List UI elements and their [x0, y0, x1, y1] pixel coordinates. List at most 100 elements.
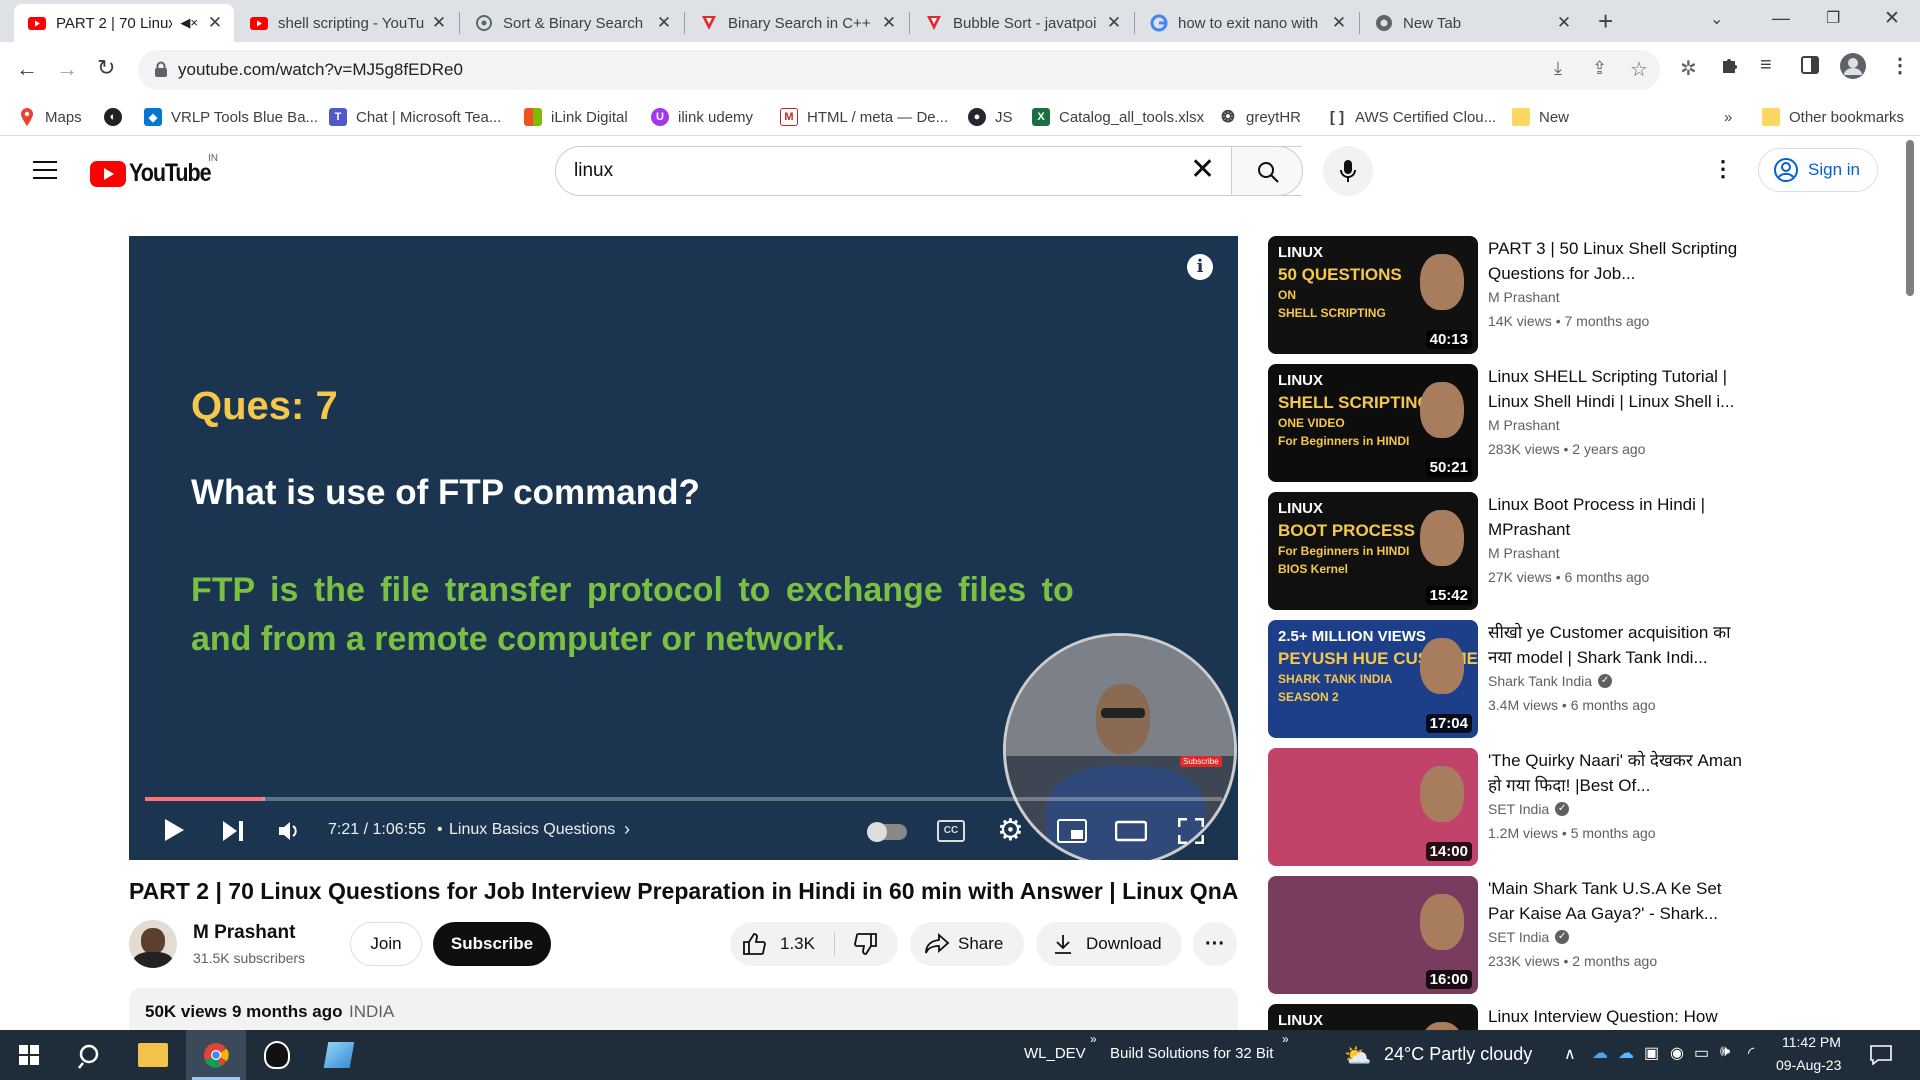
recommended-title[interactable]: Linux Boot Process in Hindi | MPrashant	[1488, 492, 1748, 542]
description-box[interactable]: 50K views 9 months ago INDIA	[129, 988, 1238, 1030]
video-location[interactable]: INDIA	[349, 1002, 394, 1022]
next-video-icon[interactable]	[221, 820, 245, 842]
volume-icon[interactable]	[277, 820, 299, 842]
taskbar-toolbar-build[interactable]: Build Solutions for 32 Bit	[1110, 1045, 1273, 1062]
video-thumbnail[interactable]: LINUX SHELL SCRIPTING IN ONE VIDEO For Begi…	[1268, 364, 1478, 482]
bookmark-teams-chat[interactable]: T Chat | Microsoft Tea...	[329, 107, 501, 127]
recommended-title[interactable]: सीखो ye Customer acquisition का नया mode…	[1488, 620, 1748, 670]
chevron-right-icon[interactable]: »	[1282, 1032, 1289, 1046]
close-tab-icon[interactable]: ✕	[1555, 13, 1573, 33]
tray-app-icon[interactable]: ▣	[1644, 1043, 1659, 1063]
recommended-video[interactable]: LINUX Linux Interview Question: How	[1268, 1004, 1718, 1030]
recommended-title[interactable]: 'The Quirky Naari' को देखकर Aman हो गया …	[1488, 748, 1748, 798]
bookmark-js[interactable]: ● JS	[968, 107, 1013, 127]
bookmarks-overflow-button[interactable]: »	[1724, 107, 1732, 127]
chevron-right-icon[interactable]: ›	[624, 819, 630, 840]
recommended-video[interactable]: 14:00 'The Quirky Naari' को देखकर Aman ह…	[1268, 748, 1742, 866]
browser-tab[interactable]: how to exit nano with ✕	[1136, 4, 1358, 42]
close-tab-icon[interactable]: ✕	[430, 13, 448, 33]
chapter-title[interactable]: Linux Basics Questions	[449, 821, 615, 839]
recommended-video[interactable]: 16:00 'Main Shark Tank U.S.A Ke Set Par …	[1268, 876, 1722, 994]
onedrive-cloud-icon[interactable]: ☁	[1618, 1043, 1634, 1063]
recommended-video[interactable]: LINUX BOOT PROCESS For Beginners in HINDI B…	[1268, 492, 1705, 610]
recommended-video[interactable]: LINUX 50 QUESTIONS ON SHELL SCRIPTING 40:13…	[1268, 236, 1737, 354]
volume-icon[interactable]: 🕪	[1720, 1043, 1730, 1061]
settings-gear-icon[interactable]: ⚙	[997, 813, 1024, 848]
close-tab-icon[interactable]: ✕	[206, 13, 224, 33]
more-actions-button[interactable]: ···	[1193, 922, 1237, 966]
file-explorer-icon[interactable]	[138, 1043, 168, 1067]
settings-menu-icon[interactable]: ⋮	[1712, 156, 1734, 182]
browser-tab-active[interactable]: PART 2 | 70 Linux ◀× ✕	[14, 4, 234, 42]
share-button[interactable]: Share	[910, 922, 1024, 966]
subtitles-icon[interactable]: CC	[937, 820, 965, 842]
bookmark-maps[interactable]: Maps	[18, 107, 82, 127]
side-panel-icon[interactable]	[1800, 55, 1820, 80]
share-page-icon[interactable]: ⇪	[1592, 58, 1607, 79]
bookmark-ilink-digital[interactable]: iLink Digital	[524, 107, 628, 127]
weather-text[interactable]: 24°C Partly cloudy	[1384, 1044, 1532, 1065]
meet-now-icon[interactable]: ◉	[1670, 1043, 1684, 1063]
info-icon[interactable]: i	[1187, 254, 1213, 280]
recommended-channel[interactable]: Shark Tank India ✓	[1488, 673, 1613, 689]
bookmark-aws-certified[interactable]: [ ] AWS Certified Clou...	[1328, 107, 1496, 127]
minimize-icon[interactable]: —	[1772, 8, 1790, 29]
close-tab-icon[interactable]: ✕	[655, 13, 673, 33]
forward-arrow-icon[interactable]: →	[56, 56, 78, 82]
extensions-puzzle-icon[interactable]	[1720, 55, 1740, 80]
close-tab-icon[interactable]: ✕	[1330, 13, 1348, 33]
fullscreen-icon[interactable]	[1178, 818, 1204, 844]
recommended-title[interactable]: 'Main Shark Tank U.S.A Ke Set Par Kaise …	[1488, 876, 1748, 926]
youtube-logo[interactable]: YouTube IN	[90, 153, 224, 188]
battery-icon[interactable]: ▭	[1694, 1043, 1709, 1063]
extension-bug-icon[interactable]: ✲	[1680, 56, 1697, 81]
join-button[interactable]: Join	[350, 922, 422, 966]
bookmark-greythr[interactable]: ❂ greytHR	[1219, 107, 1301, 127]
chevron-right-icon[interactable]: »	[1090, 1032, 1097, 1046]
recommended-channel[interactable]: SET India ✓	[1488, 801, 1570, 817]
video-thumbnail[interactable]: 16:00	[1268, 876, 1478, 994]
search-input[interactable]: linux ✕	[555, 146, 1302, 196]
clock-date[interactable]: 09-Aug-23	[1776, 1057, 1841, 1073]
browser-tab[interactable]: New Tab ✕	[1361, 4, 1583, 42]
new-tab-button[interactable]: +	[1598, 6, 1613, 37]
video-thumbnail[interactable]: LINUX 50 QUESTIONS ON SHELL SCRIPTING 40:13	[1268, 236, 1478, 354]
clock-time[interactable]: 11:42 PM	[1782, 1034, 1841, 1050]
video-thumbnail[interactable]: 2.5+ MILLION VIEWS PEYUSH HUE CUSTOMER AC…	[1268, 620, 1478, 738]
windows-start-icon[interactable]	[19, 1045, 39, 1065]
recommended-video[interactable]: LINUX SHELL SCRIPTING IN ONE VIDEO For Begi…	[1268, 364, 1734, 482]
install-app-icon[interactable]: ⤓	[1554, 58, 1562, 79]
tux-app-icon[interactable]	[264, 1041, 290, 1069]
autoplay-toggle[interactable]	[867, 822, 907, 842]
bookmark-vrlp-tools[interactable]: ◆ VRLP Tools Blue Ba...	[144, 107, 318, 127]
other-bookmarks[interactable]: Other bookmarks	[1762, 107, 1904, 127]
reload-icon[interactable]: ↻	[97, 55, 115, 81]
bookmark-star-icon[interactable]: ☆	[1630, 57, 1648, 82]
chrome-taskbar-button[interactable]	[186, 1030, 246, 1080]
search-icon[interactable]	[78, 1043, 104, 1069]
play-icon[interactable]	[163, 818, 185, 842]
notepad-app-icon[interactable]	[323, 1042, 355, 1068]
progress-bar[interactable]	[145, 797, 1222, 801]
browser-tab[interactable]: Bubble Sort - javatpoi ✕	[911, 4, 1133, 42]
close-tab-icon[interactable]: ✕	[1105, 13, 1123, 33]
taskbar-toolbar-wl-dev[interactable]: WL_DEV	[1024, 1045, 1086, 1062]
page-scrollbar-thumb[interactable]	[1906, 140, 1914, 296]
dislike-button[interactable]	[852, 932, 878, 961]
hamburger-menu-icon[interactable]	[33, 160, 57, 185]
speaker-muted-icon[interactable]: ◀×	[180, 15, 198, 31]
recommended-channel[interactable]: M Prashant	[1488, 545, 1560, 561]
browser-tab[interactable]: Binary Search in C++ ✕	[686, 4, 908, 42]
bookmark-unnamed[interactable]: ◐	[104, 107, 131, 127]
bookmark-html-meta[interactable]: M HTML / meta — De...	[780, 107, 948, 127]
bookmark-ilink-udemy[interactable]: Uilink udemy	[651, 107, 753, 127]
like-button[interactable]	[742, 932, 768, 961]
recommended-channel[interactable]: SET India ✓	[1488, 929, 1570, 945]
video-thumbnail[interactable]: LINUX	[1268, 1004, 1478, 1030]
browser-tab[interactable]: shell scripting - YouTu ✕	[236, 4, 458, 42]
video-thumbnail[interactable]: 14:00	[1268, 748, 1478, 866]
media-queue-icon[interactable]: ≡	[1760, 54, 1772, 77]
close-tab-icon[interactable]: ✕	[880, 13, 898, 33]
address-bar[interactable]: youtube.com/watch?v=MJ5g8fEDRe0 ⤓ ⇪ ☆	[138, 50, 1660, 90]
miniplayer-icon[interactable]	[1057, 819, 1087, 843]
